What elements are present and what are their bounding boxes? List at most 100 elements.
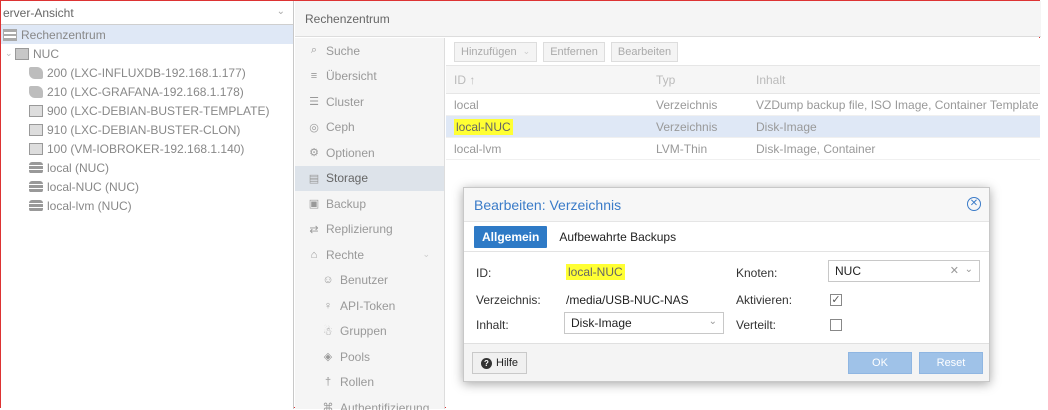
edit-button[interactable]: Bearbeiten (610, 41, 679, 62)
tree-item-datacenter[interactable]: Rechenzentrum (1, 25, 293, 44)
menu-item-permissions[interactable]: ⌂ Rechte ⌄ (295, 242, 444, 268)
ok-button[interactable]: OK (848, 352, 912, 374)
floppy-icon: ▣ (308, 198, 320, 211)
tree-item-storage[interactable]: local (NUC) (1, 158, 293, 177)
window-frame: erver-Ansicht ⌄ Rechenzentrum ⌄ NUC 200 … (0, 0, 1041, 410)
tab-backup-retention[interactable]: Aufbewahrte Backups (551, 226, 684, 248)
menu-item-users[interactable]: ☺ Benutzer (295, 268, 444, 294)
cell-id: local-NUC (446, 118, 648, 135)
storage-toolbar: Hinzufügen ⌄ Entfernen Bearbeiten (446, 38, 1040, 66)
ok-button-label: OK (872, 357, 888, 369)
tree-item-node[interactable]: ⌄ NUC (1, 44, 293, 63)
close-icon[interactable]: ✕ (967, 197, 981, 211)
reset-button-label: Reset (936, 357, 966, 369)
cell-content: Disk-Image, Container (756, 141, 876, 156)
chevron-down-icon[interactable]: ⌄ (422, 249, 430, 260)
table-row[interactable]: local-lvm LVM-Thin Disk-Image, Container (446, 138, 1040, 160)
users-icon: ☃ (323, 325, 333, 338)
tree-item-guest[interactable]: 100 (VM-IOBROKER-192.168.1.140) (1, 139, 293, 158)
cell-content: VZDump backup file, ISO Image, Container… (756, 97, 1038, 112)
menu-item-label: Übersicht (326, 69, 377, 84)
tree-item-guest[interactable]: 900 (LXC-DEBIAN-BUSTER-TEMPLATE) (1, 101, 293, 120)
remove-button-label: Entfernen (550, 45, 598, 58)
menu-item-search[interactable]: ⌕ Suche (295, 38, 444, 64)
view-selector[interactable]: erver-Ansicht ⌄ (1, 1, 293, 25)
user-icon: ☺ (322, 274, 334, 287)
content-select-value: Disk-Image (571, 316, 632, 330)
tree-item-guest[interactable]: 910 (LXC-DEBIAN-BUSTER-CLON) (1, 120, 293, 139)
grid-header: ID ↑ Typ Inhalt (446, 66, 1040, 94)
menu-item-backup[interactable]: ▣ Backup (295, 191, 444, 217)
tree-item-guest[interactable]: 200 (LXC-INFLUXDB-192.168.1.177) (1, 63, 293, 82)
question-icon: ? (481, 357, 492, 369)
column-header-id[interactable]: ID ↑ (446, 73, 648, 87)
help-button-label: Hilfe (496, 357, 519, 369)
search-icon: ⌕ (310, 44, 318, 57)
menu-item-replication[interactable]: ⇄ Replizierung (295, 217, 444, 243)
dialog-footer: ? Hilfe OK Reset (464, 343, 989, 381)
content-header: Rechenzentrum (295, 1, 1041, 37)
enable-checkbox[interactable]: ✓ (830, 294, 842, 306)
gear-icon: ⚙ (309, 147, 319, 160)
add-button[interactable]: Hinzufügen ⌄ (454, 41, 538, 62)
node-select-value: NUC (835, 264, 861, 278)
node-select[interactable]: NUC ✕ ⌄ (828, 260, 980, 282)
tree-item-storage[interactable]: local-NUC (NUC) (1, 177, 293, 196)
menu-item-ceph[interactable]: ◎ Ceph (295, 115, 444, 141)
template-icon (29, 104, 43, 117)
tags-icon: ◈ (323, 351, 333, 364)
template-icon (29, 123, 43, 136)
tree-item-label: Rechenzentrum (21, 27, 106, 42)
menu-item-label: Backup (326, 196, 367, 211)
menu-item-storage[interactable]: ▤ Storage (295, 165, 444, 191)
chevron-down-icon: ⌄ (964, 264, 973, 275)
menu-item-pools[interactable]: ◈ Pools (295, 344, 444, 370)
menu-item-authentication[interactable]: ⌘ Authentifizierung (295, 395, 444, 410)
tree-item-label: NUC (33, 46, 59, 61)
table-row[interactable]: local Verzeichnis VZDump backup file, IS… (446, 94, 1040, 116)
node-label: Knoten: (736, 266, 778, 280)
menu-item-label: Pools (340, 349, 371, 364)
tree-item-storage[interactable]: local-lvm (NUC) (1, 196, 293, 215)
menu-item-cluster[interactable]: ☰ Cluster (295, 89, 444, 115)
directory-value: /media/USB-NUC-NAS (566, 293, 689, 307)
table-row[interactable]: local-NUC Verzeichnis Disk-Image (446, 116, 1040, 138)
chevron-down-icon: ⌄ (708, 316, 717, 327)
resource-tree: Rechenzentrum ⌄ NUC 200 (LXC-INFLUXDB-19… (1, 25, 293, 215)
tree-item-guest[interactable]: 210 (LXC-GRAFANA-192.168.1.178) (1, 82, 293, 101)
enable-label: Aktivieren: (736, 293, 793, 307)
clear-icon[interactable]: ✕ (950, 264, 959, 277)
column-header-type[interactable]: Typ (648, 73, 748, 87)
dialog-title: Bearbeiten: Verzeichnis (474, 196, 622, 213)
content-select[interactable]: Disk-Image ⌄ (564, 312, 724, 334)
menu-item-groups[interactable]: ☃ Gruppen (295, 319, 444, 345)
column-header-content[interactable]: Inhalt (748, 73, 1038, 87)
menu-item-summary[interactable]: ≡ Übersicht (295, 64, 444, 90)
menu-item-label: Authentifizierung (340, 400, 430, 410)
shared-label: Verteilt: (736, 318, 777, 332)
help-button[interactable]: ? Hilfe (472, 352, 528, 374)
tab-general[interactable]: Allgemein (474, 225, 548, 248)
menu-item-roles[interactable]: † Rollen (295, 370, 444, 396)
ceph-icon: ◎ (309, 121, 319, 134)
edit-storage-dialog: Bearbeiten: Verzeichnis ✕ Allgemein Aufb… (463, 187, 990, 382)
cell-type: LVM-Thin (656, 141, 708, 156)
add-button-label: Hinzufügen (461, 45, 517, 58)
tree-item-label: 200 (LXC-INFLUXDB-192.168.1.177) (47, 65, 246, 80)
cell-id: local-lvm (454, 141, 502, 156)
menu-item-options[interactable]: ⚙ Optionen (295, 140, 444, 166)
collapse-icon[interactable]: ⌄ (5, 48, 15, 59)
node-icon (15, 47, 29, 60)
directory-label: Verzeichnis: (476, 293, 541, 307)
menu-item-api-token[interactable]: ♀ API-Token (295, 293, 444, 319)
id-label: ID: (476, 266, 492, 280)
cell-type: Verzeichnis (656, 97, 718, 112)
reset-button[interactable]: Reset (919, 352, 983, 374)
container-icon (29, 66, 43, 79)
shared-checkbox[interactable] (830, 319, 842, 331)
menu-item-label: Storage (326, 171, 369, 186)
remove-button[interactable]: Entfernen (543, 41, 605, 62)
key-icon: ⌘ (322, 402, 334, 410)
tree-item-label: 210 (LXC-GRAFANA-192.168.1.178) (47, 84, 244, 99)
tree-item-label: 900 (LXC-DEBIAN-BUSTER-TEMPLATE) (47, 103, 270, 118)
